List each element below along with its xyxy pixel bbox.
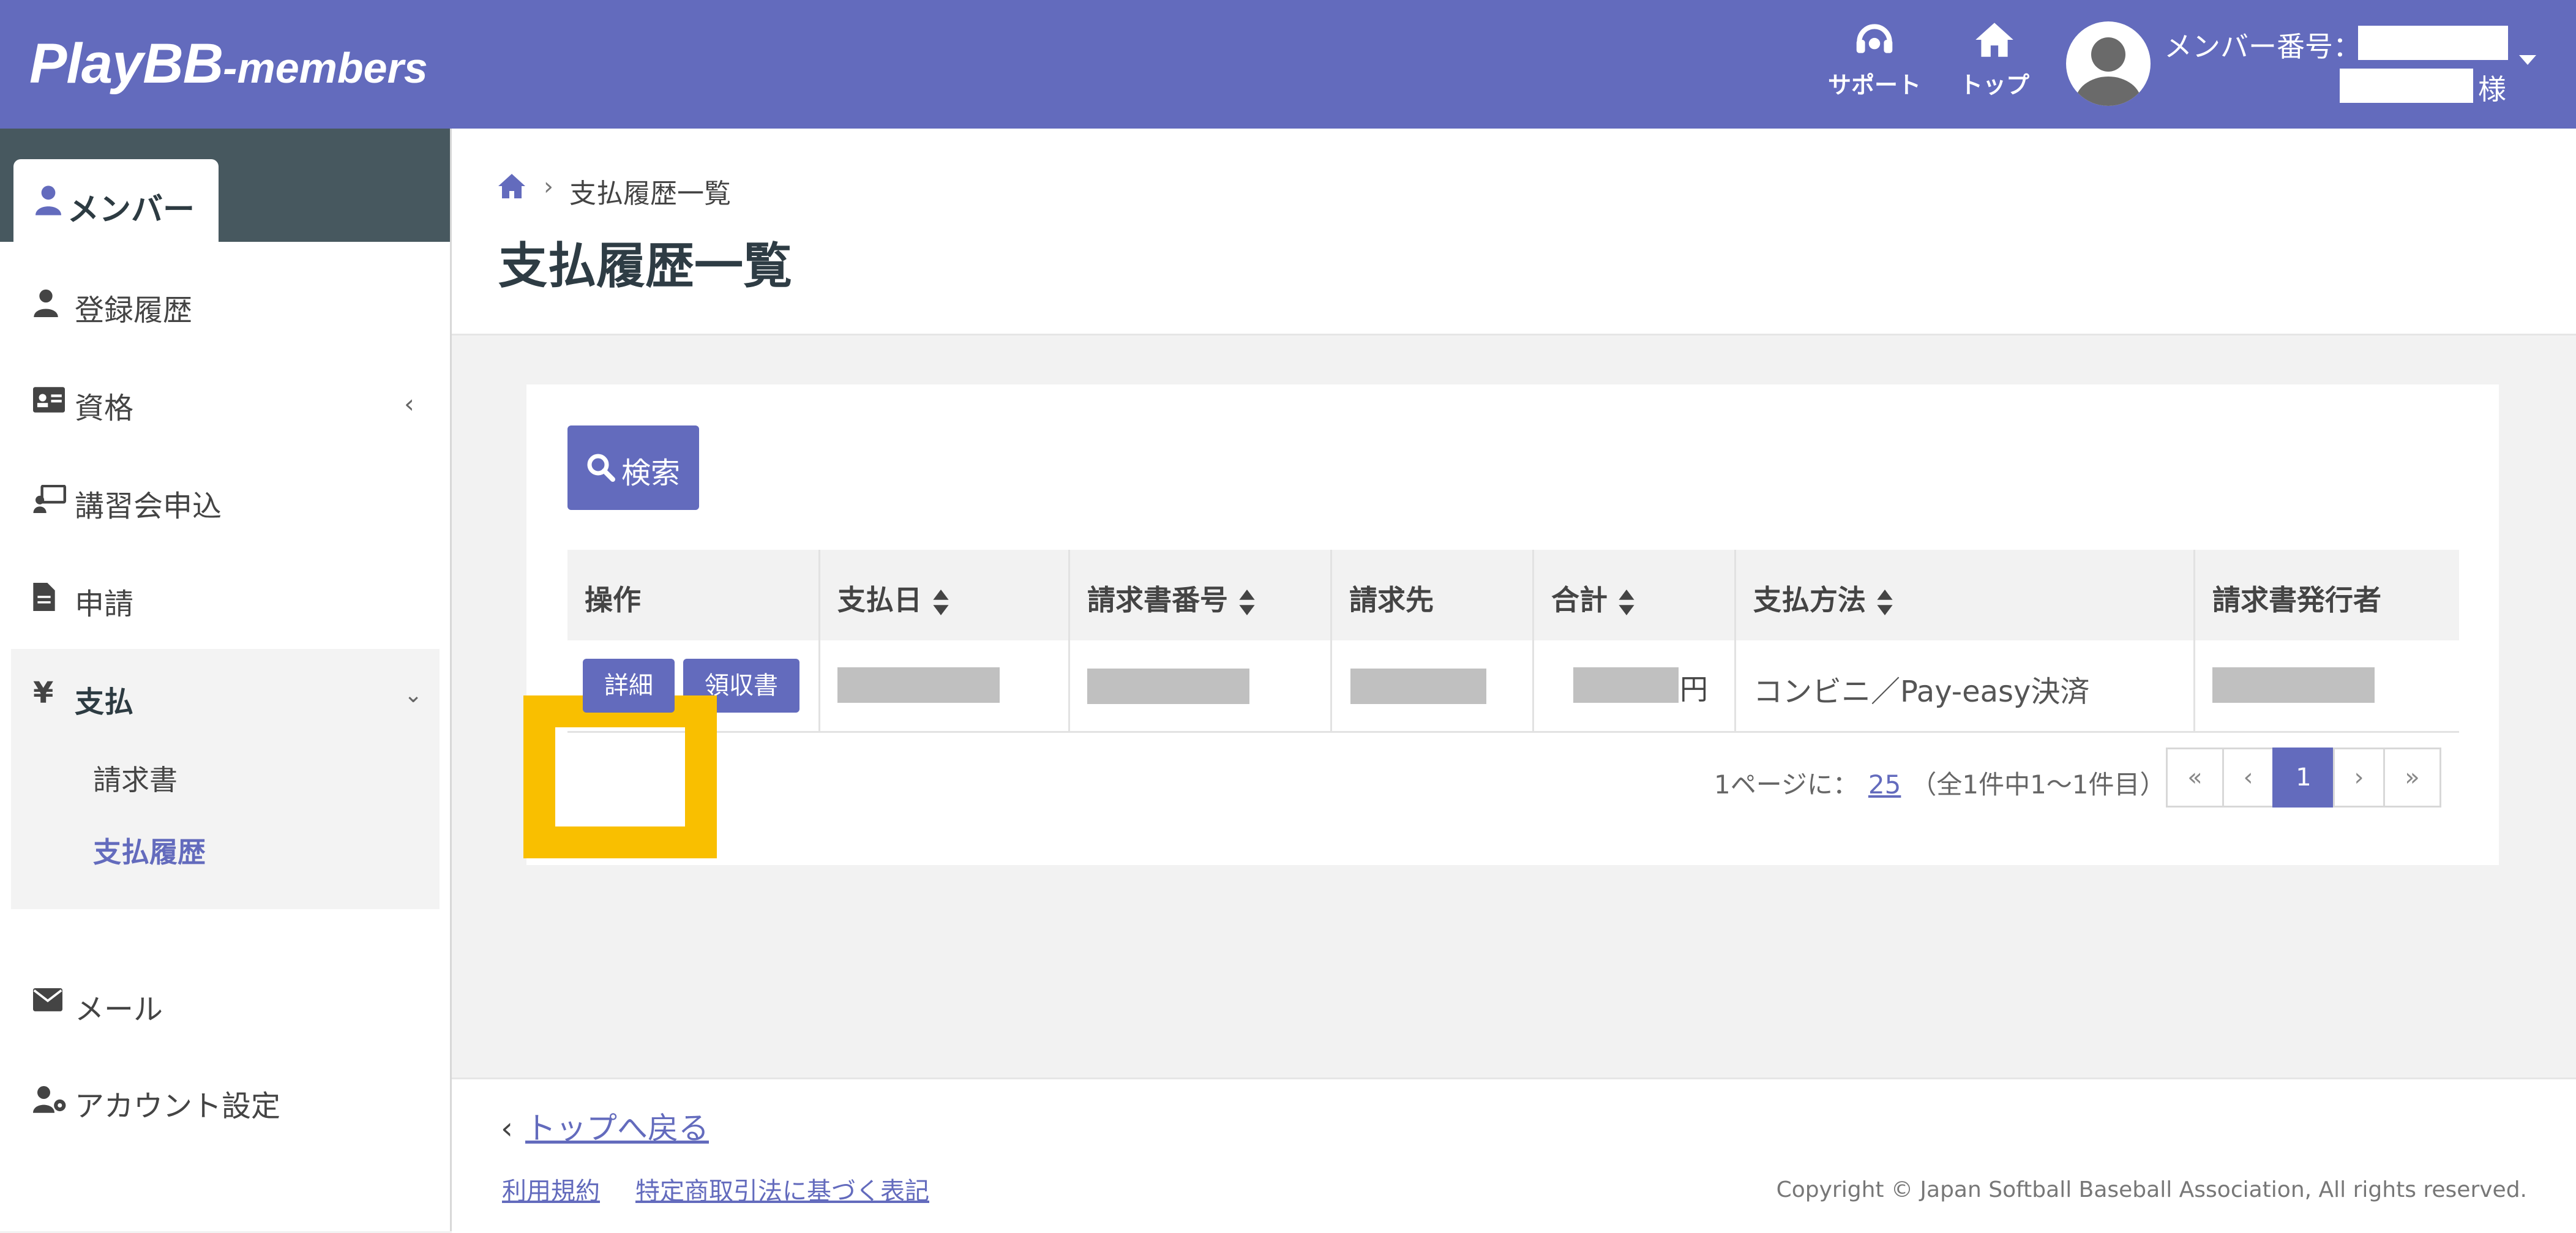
home-icon[interactable] — [497, 173, 526, 200]
chevron-left-icon: ‹ — [501, 1111, 513, 1146]
invoice-issuer-masked — [2212, 667, 2375, 703]
cell-total: 円 — [1532, 640, 1734, 731]
member-number-masked — [2358, 26, 2508, 60]
sidebar-item-payment[interactable]: ¥ 支払 ⌄ — [0, 649, 450, 741]
pagination-next[interactable]: › — [2333, 748, 2385, 808]
id-card-icon — [33, 387, 65, 413]
sort-icon — [933, 589, 949, 615]
chalkboard-user-icon — [33, 485, 66, 513]
pagination-last[interactable]: » — [2383, 748, 2441, 808]
chevron-down-icon: ⌄ — [404, 683, 423, 708]
top-button[interactable]: トップ — [1945, 17, 2043, 100]
sidebar-item-qualification[interactable]: 資格 ‹ — [0, 355, 450, 447]
terms-link[interactable]: 利用規約 — [502, 1171, 600, 1207]
table-row: 領収書 詳細 円 コンビニ／Pay-easy決済 — [523, 640, 2459, 858]
payment-section: ¥ 支払 ⌄ 請求書 支払履歴 — [11, 649, 440, 909]
support-button[interactable]: サポート — [1825, 17, 1923, 100]
per-page-link[interactable]: 25 — [1868, 770, 1901, 800]
user-avatar-icon — [2075, 37, 2141, 106]
currency-label: 円 — [1680, 673, 1708, 706]
breadcrumb-current: 支払履歴一覧 — [569, 178, 731, 209]
user-menu-caret-icon[interactable] — [2519, 55, 2536, 65]
cell-payment-method: コンビニ／Pay-easy決済 — [1734, 640, 2193, 731]
user-icon — [34, 289, 58, 317]
user-gear-icon — [33, 1086, 66, 1113]
avatar[interactable] — [2066, 21, 2151, 106]
sort-icon — [1239, 589, 1255, 615]
honorific: 様 — [2478, 73, 2506, 106]
search-icon — [587, 454, 615, 482]
app-header: PlayBB-members サポート トップ メンバー番号： 様 — [0, 0, 2576, 129]
chevron-left-icon: ‹ — [404, 389, 414, 419]
sidebar: メンバー 登録履歴 資格 ‹ 講習会申込 申請 ¥ 支払 ⌄ 請求書 支払履歴 … — [0, 129, 452, 1231]
sidebar-subitem-payment-history[interactable]: 支払履歴 — [93, 830, 206, 871]
home-icon — [1975, 23, 2013, 57]
payment-history-card: 検索 操作 支払日 請求書番号 請求先 合計 支払方法 請求書発行者 領収書 詳… — [523, 384, 2499, 865]
column-payment-date[interactable]: 支払日 — [818, 550, 1068, 640]
cell-invoice-issuer — [2193, 640, 2459, 731]
sort-icon — [1877, 589, 1893, 615]
column-invoice-issuer: 請求書発行者 — [2193, 550, 2459, 640]
sidebar-top: メンバー — [0, 129, 450, 242]
column-payment-method[interactable]: 支払方法 — [1734, 550, 2193, 640]
sidebar-subitem-invoice[interactable]: 請求書 — [93, 758, 178, 798]
sidebar-item-application[interactable]: 申請 — [0, 551, 450, 643]
column-total[interactable]: 合計 — [1532, 550, 1734, 640]
sort-icon — [1619, 589, 1634, 615]
column-billing-to: 請求先 — [1330, 550, 1532, 640]
column-operation: 操作 — [585, 583, 641, 616]
user-icon — [36, 186, 61, 215]
cell-invoice-number — [1068, 640, 1330, 731]
headset-icon — [1856, 24, 1893, 53]
copyright: Copyright © Japan Softball Baseball Asso… — [1776, 1177, 2527, 1202]
cell-billing-to — [1330, 640, 1532, 731]
content-header: › 支払履歴一覧 支払履歴一覧 — [452, 129, 2576, 335]
back-to-top-link[interactable]: ‹ トップへ戻る — [501, 1104, 709, 1148]
footer: ‹ トップへ戻る 利用規約 特定商取引法に基づく表記 Copyright © Ja… — [452, 1077, 2576, 1233]
page-title: 支払履歴一覧 — [498, 238, 792, 294]
total-amount-masked — [1573, 667, 1679, 703]
column-invoice-number[interactable]: 請求書番号 — [1068, 550, 1330, 640]
payment-method: コンビニ／Pay-easy決済 — [1753, 675, 2090, 709]
member-name-masked — [2340, 69, 2473, 103]
commerce-law-link[interactable]: 特定商取引法に基づく表記 — [635, 1171, 929, 1207]
member-number-label: メンバー番号： — [2164, 30, 2361, 63]
invoice-number-masked — [1087, 669, 1249, 704]
sidebar-item-seminar-application[interactable]: 講習会申込 — [0, 453, 450, 545]
pagination-first[interactable]: « — [2166, 748, 2224, 808]
payment-date-masked — [837, 667, 1000, 703]
tab-member[interactable]: メンバー — [13, 159, 219, 242]
highlight-box — [523, 695, 717, 858]
cell-payment-date — [818, 640, 1068, 731]
sidebar-item-registration-history[interactable]: 登録履歴 — [0, 257, 450, 349]
pagination-prev[interactable]: ‹ — [2222, 748, 2274, 808]
logo[interactable]: PlayBB-members — [29, 32, 428, 96]
pagination-info: 1ページに： 25 （全1件中1～1件目） — [1714, 770, 2166, 800]
search-button[interactable]: 検索 — [567, 425, 699, 510]
billing-to-masked — [1350, 669, 1486, 704]
detail-button[interactable]: 詳細 — [583, 659, 675, 713]
sidebar-item-account-settings[interactable]: アカウント設定 — [0, 1053, 450, 1145]
yen-icon: ¥ — [33, 676, 54, 710]
table-header: 操作 支払日 請求書番号 請求先 合計 支払方法 請求書発行者 — [567, 550, 2459, 640]
breadcrumb-separator: › — [544, 173, 553, 201]
envelope-icon — [33, 988, 62, 1011]
sidebar-item-mail[interactable]: メール — [0, 956, 450, 1048]
file-icon — [33, 583, 55, 611]
cell-operation: 領収書 詳細 — [523, 640, 818, 858]
pagination-page-1[interactable]: 1 — [2272, 748, 2335, 808]
